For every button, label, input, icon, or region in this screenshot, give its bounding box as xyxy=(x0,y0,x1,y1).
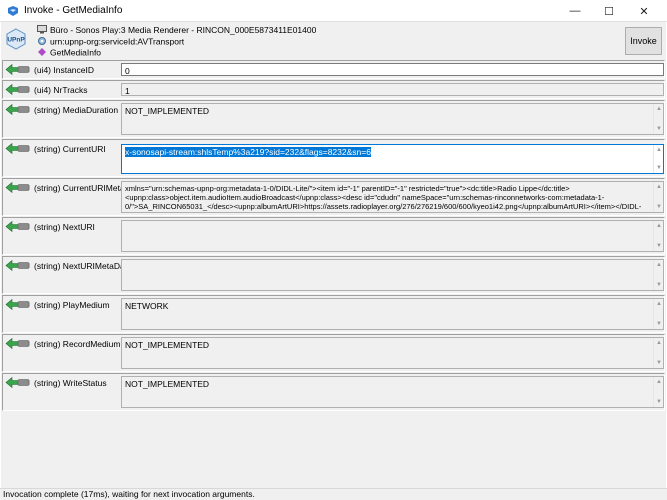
device-icon xyxy=(37,25,47,36)
vertical-scrollbar[interactable]: ▲ ▼ xyxy=(653,260,663,290)
invoke-button[interactable]: Invoke xyxy=(625,27,662,55)
argument-row-nexturi: (string) NextURI ▲ ▼ xyxy=(2,217,665,255)
scroll-down-icon[interactable]: ▼ xyxy=(655,125,663,133)
argument-out-arrow-icon xyxy=(5,181,31,196)
vertical-scrollbar[interactable]: ▲ ▼ xyxy=(653,182,663,212)
argument-out-arrow-icon xyxy=(5,142,31,157)
minimize-button[interactable]: — xyxy=(560,0,590,22)
argument-row-currenturimetadata: (string) CurrentURIMetaData xmlns="urn:s… xyxy=(2,178,665,216)
service-id: urn:upnp-org:serviceId:AVTransport xyxy=(50,36,185,47)
argument-row-mediaduration: (string) MediaDuration NOT_IMPLEMENTED ▲… xyxy=(2,100,665,138)
argument-label: (string) CurrentURI xyxy=(34,144,106,154)
invoke-dialog: UPnP Büro - Sonos Play:3 Media Renderer … xyxy=(1,22,666,488)
argument-out-arrow-icon xyxy=(5,376,31,391)
nexturi-output[interactable]: ▲ ▼ xyxy=(121,220,664,252)
field-text: NETWORK xyxy=(125,301,169,311)
close-button[interactable]: ✕ xyxy=(629,0,659,22)
minimize-icon: — xyxy=(569,5,581,17)
scroll-up-icon[interactable]: ▲ xyxy=(655,183,663,191)
argument-label: (string) WriteStatus xyxy=(34,378,107,388)
vertical-scrollbar[interactable]: ▲ ▼ xyxy=(653,104,663,134)
argument-row-playmedium: (string) PlayMedium NETWORK ▲ ▼ xyxy=(2,295,665,333)
currenturi-output[interactable]: x-sonosapi-stream:shlsTemp%3a219?sid=232… xyxy=(121,144,664,174)
action-name: GetMediaInfo xyxy=(50,47,102,58)
upnp-invoke-icon xyxy=(6,4,20,20)
argument-out-arrow-icon xyxy=(5,63,31,78)
argument-row-nexturimetadata: (string) NextURIMetaData ▲ ▼ xyxy=(2,256,665,294)
title-bar: Invoke - GetMediaInfo — ☐ ✕ xyxy=(0,0,667,22)
recordmedium-output[interactable]: NOT_IMPLEMENTED ▲ ▼ xyxy=(121,337,664,369)
selected-text: x-sonosapi-stream:shlsTemp%3a219?sid=232… xyxy=(125,147,371,157)
action-icon xyxy=(37,47,47,59)
maximize-button[interactable]: ☐ xyxy=(594,0,624,22)
argument-label: (string) NextURIMetaData xyxy=(34,261,132,271)
writestatus-output[interactable]: NOT_IMPLEMENTED ▲ ▼ xyxy=(121,376,664,408)
argument-row-recordmedium: (string) RecordMedium NOT_IMPLEMENTED ▲ ▼ xyxy=(2,334,665,372)
scroll-down-icon[interactable]: ▼ xyxy=(655,320,663,328)
vertical-scrollbar[interactable]: ▲ ▼ xyxy=(653,338,663,368)
instanceid-input[interactable]: 0 xyxy=(121,63,664,76)
argument-label: (string) MediaDuration xyxy=(34,105,119,115)
scroll-down-icon[interactable]: ▼ xyxy=(655,359,663,367)
vertical-scrollbar[interactable]: ▲ ▼ xyxy=(653,221,663,251)
playmedium-output[interactable]: NETWORK ▲ ▼ xyxy=(121,298,664,330)
scroll-down-icon[interactable]: ▼ xyxy=(655,281,663,289)
argument-label: (string) RecordMedium xyxy=(34,339,121,349)
argument-out-arrow-icon xyxy=(5,298,31,313)
scroll-down-icon[interactable]: ▼ xyxy=(655,242,663,250)
device-name: Büro - Sonos Play:3 Media Renderer - RIN… xyxy=(50,25,317,35)
vertical-scrollbar[interactable]: ▲ ▼ xyxy=(653,377,663,407)
maximize-icon: ☐ xyxy=(604,5,614,18)
scroll-up-icon[interactable]: ▲ xyxy=(655,222,663,230)
argument-row-writestatus: (string) WriteStatus NOT_IMPLEMENTED ▲ ▼ xyxy=(2,373,665,411)
scroll-down-icon[interactable]: ▼ xyxy=(655,164,663,172)
vertical-scrollbar[interactable]: ▲ ▼ xyxy=(653,145,663,173)
action-line: GetMediaInfo xyxy=(37,47,101,59)
device-line: Büro - Sonos Play:3 Media Renderer - RIN… xyxy=(37,25,316,36)
vertical-scrollbar[interactable]: ▲ ▼ xyxy=(653,299,663,329)
window-title: Invoke - GetMediaInfo xyxy=(24,5,123,16)
argument-label: (string) PlayMedium xyxy=(34,300,110,310)
field-text: NOT_IMPLEMENTED xyxy=(125,106,210,116)
argument-label: (string) NextURI xyxy=(34,222,95,232)
argument-out-arrow-icon xyxy=(5,83,31,98)
argument-out-arrow-icon xyxy=(5,103,31,118)
upnp-logo-icon: UPnP xyxy=(5,28,27,50)
nrtracks-output[interactable]: 1 xyxy=(121,83,664,96)
argument-label: (ui4) InstanceID xyxy=(34,65,94,75)
scroll-down-icon[interactable]: ▼ xyxy=(655,398,663,406)
scroll-up-icon[interactable]: ▲ xyxy=(655,261,663,269)
argument-label: (ui4) NrTracks xyxy=(34,85,88,95)
field-text: xmlns="urn:schemas-upnp-org:metadata-1-0… xyxy=(125,184,642,212)
close-icon: ✕ xyxy=(639,5,649,18)
scroll-up-icon[interactable]: ▲ xyxy=(655,378,663,386)
mediaduration-output[interactable]: NOT_IMPLEMENTED ▲ ▼ xyxy=(121,103,664,135)
nexturimetadata-output[interactable]: ▲ ▼ xyxy=(121,259,664,291)
field-text: NOT_IMPLEMENTED xyxy=(125,340,210,350)
action-header: UPnP Büro - Sonos Play:3 Media Renderer … xyxy=(1,22,666,60)
currenturimetadata-output[interactable]: xmlns="urn:schemas-upnp-org:metadata-1-0… xyxy=(121,181,664,213)
argument-out-arrow-icon xyxy=(5,259,31,274)
status-bar: Invocation complete (17ms), waiting for … xyxy=(0,488,667,500)
scroll-up-icon[interactable]: ▲ xyxy=(655,146,663,154)
scroll-up-icon[interactable]: ▲ xyxy=(655,339,663,347)
status-text: Invocation complete (17ms), waiting for … xyxy=(3,489,255,499)
scroll-up-icon[interactable]: ▲ xyxy=(655,300,663,308)
scroll-up-icon[interactable]: ▲ xyxy=(655,105,663,113)
field-text: NOT_IMPLEMENTED xyxy=(125,379,210,389)
argument-row-nrtracks: (ui4) NrTracks 1 xyxy=(2,80,665,99)
argument-row-instanceid: (ui4) InstanceID 0 xyxy=(2,60,665,79)
argument-out-arrow-icon xyxy=(5,337,31,352)
argument-out-arrow-icon xyxy=(5,220,31,235)
argument-row-currenturi: (string) CurrentURI x-sonosapi-stream:sh… xyxy=(2,139,665,177)
scroll-down-icon[interactable]: ▼ xyxy=(655,203,663,211)
svg-text:UPnP: UPnP xyxy=(7,37,25,44)
